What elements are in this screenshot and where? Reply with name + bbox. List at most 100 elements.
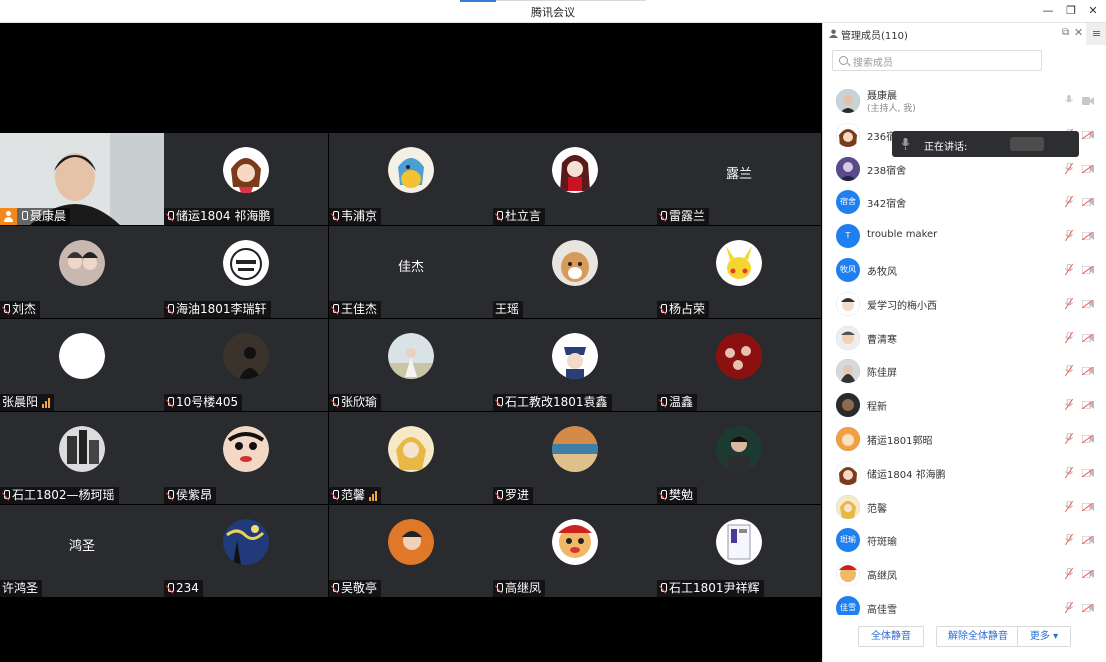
member-row[interactable]: 猪运1801郭昭 [823, 422, 1106, 456]
member-avatar: 牧风 [836, 258, 860, 282]
mic-muted-icon[interactable] [1065, 568, 1073, 580]
member-row[interactable]: 斑瑜 符斑瑜 [823, 523, 1106, 557]
camera-off-icon[interactable] [1082, 130, 1094, 139]
camera-off-icon[interactable] [1082, 367, 1094, 376]
participant-tile[interactable]: 张晨阳 [0, 319, 164, 411]
participant-tile[interactable]: 储运1804 祁海鹏 [164, 133, 328, 225]
mic-muted-icon[interactable] [1065, 331, 1073, 343]
camera-off-icon[interactable] [1082, 333, 1094, 342]
member-row[interactable]: 范馨 [823, 490, 1106, 524]
mic-icon[interactable] [1065, 95, 1073, 106]
participant-tile[interactable]: 鸿圣 许鸿圣 [0, 505, 164, 597]
title-bar: 腾讯会议 — ❐ ✕ [0, 0, 1106, 23]
member-row[interactable]: 储运1804 祁海鹏 [823, 456, 1106, 490]
participant-tile[interactable]: 侯紫昂 [164, 412, 328, 504]
member-row[interactable]: 高继凤 [823, 557, 1106, 591]
mic-muted-icon[interactable] [1065, 466, 1073, 478]
camera-off-icon[interactable] [1082, 604, 1094, 612]
mic-muted-icon[interactable] [1065, 365, 1073, 377]
participant-tile[interactable]: 刘杰 [0, 226, 164, 318]
member-row[interactable]: 聂康晨 (主持人, 我) [823, 84, 1106, 118]
member-row[interactable]: 曹清寒 [823, 321, 1106, 355]
camera-off-icon[interactable] [1082, 536, 1094, 545]
mic-muted-icon [495, 397, 503, 408]
participant-tile[interactable]: 罗进 [493, 412, 657, 504]
participant-tile[interactable]: 王瑶 [493, 226, 657, 318]
member-role: (主持人, 我) [867, 104, 916, 114]
camera-off-icon[interactable] [1082, 502, 1094, 511]
member-name: 238宿舍 [867, 165, 907, 177]
participant-tile[interactable]: 234 [164, 505, 328, 597]
member-row[interactable]: 陈佳屏 [823, 354, 1106, 388]
unmute-all-button[interactable]: 解除全体静音 [936, 626, 1020, 647]
participant-name: 石工1802—杨珂瑶 [12, 488, 115, 502]
mic-muted-icon[interactable] [1065, 196, 1073, 208]
participant-label: 储运1804 祁海鹏 [164, 208, 275, 225]
popout-icon[interactable]: ⧉ [1062, 27, 1069, 38]
camera-off-icon[interactable] [1082, 164, 1094, 173]
participant-tile[interactable]: 杜立言 [493, 133, 657, 225]
participant-name: 许鸿圣 [2, 581, 39, 595]
participant-tile[interactable]: 樊勉 [657, 412, 821, 504]
camera-off-icon[interactable] [1082, 299, 1094, 308]
participant-tile[interactable]: 高继凤 [493, 505, 657, 597]
member-avatar [836, 494, 860, 519]
camera-off-icon[interactable] [1082, 401, 1094, 410]
participant-tile[interactable]: 聂康晨 [0, 133, 164, 225]
participant-tile[interactable]: 露兰 雷露兰 [657, 133, 821, 225]
more-button[interactable]: 更多 ▾ [1017, 626, 1071, 647]
mic-muted-icon[interactable] [1065, 602, 1073, 613]
participant-tile[interactable]: 张欣瑜 [329, 319, 493, 411]
participant-tile[interactable]: 石工1802—杨珂瑶 [0, 412, 164, 504]
mute-all-button[interactable]: 全体静音 [858, 626, 924, 647]
participant-tile[interactable]: 杨占荣 [657, 226, 821, 318]
panel-footer: 全体静音 解除全体静音 更多 ▾ [823, 615, 1106, 662]
panel-close-icon[interactable]: ✕ [1074, 26, 1083, 39]
member-row[interactable]: Ttrouble maker [823, 219, 1106, 253]
camera-off-icon[interactable] [1082, 570, 1094, 579]
participant-tile[interactable]: 佳杰 王佳杰 [329, 226, 493, 318]
mic-muted-icon[interactable] [1065, 534, 1073, 546]
participant-name: 张晨阳 [2, 395, 39, 409]
participant-tile[interactable]: 石工1801尹祥辉 [657, 505, 821, 597]
participant-tile[interactable]: 温鑫 [657, 319, 821, 411]
mic-muted-icon [331, 304, 339, 315]
mic-icon [902, 138, 909, 150]
minimize-button[interactable]: — [1038, 3, 1058, 19]
mic-muted-icon[interactable] [1065, 230, 1073, 242]
member-row[interactable]: 程新 [823, 388, 1106, 422]
participant-avatar [552, 147, 598, 193]
camera-icon[interactable] [1082, 97, 1094, 105]
camera-off-icon[interactable] [1082, 198, 1094, 207]
member-avatar [836, 460, 860, 485]
member-row[interactable]: 爱学习的梅小西 [823, 287, 1106, 321]
camera-off-icon[interactable] [1082, 435, 1094, 443]
participant-name: 韦浦京 [341, 209, 378, 223]
participant-tile[interactable]: 韦浦京 [329, 133, 493, 225]
search-input[interactable]: 搜索成员 [832, 50, 1042, 71]
mic-muted-icon[interactable] [1065, 264, 1073, 275]
camera-off-icon[interactable] [1082, 468, 1094, 477]
participant-tile[interactable]: 海油1801李瑞轩 [164, 226, 328, 318]
participant-tile[interactable]: 吴敬亭 [329, 505, 493, 597]
member-row[interactable]: 宿舍 342宿舍 [823, 185, 1106, 219]
mic-muted-icon [166, 490, 174, 501]
mic-muted-icon[interactable] [1065, 162, 1073, 174]
mic-muted-icon[interactable] [1065, 500, 1073, 512]
camera-off-icon[interactable] [1082, 232, 1094, 241]
close-button[interactable]: ✕ [1083, 3, 1103, 19]
mic-muted-icon[interactable] [1065, 399, 1073, 411]
participant-name: 杜立言 [505, 209, 542, 223]
participant-tile[interactable]: 10号楼405 [164, 319, 328, 411]
camera-off-icon[interactable] [1082, 266, 1094, 274]
member-name: 猪运1801郭昭 [867, 436, 933, 447]
participant-tile[interactable]: 范馨 [329, 412, 493, 504]
mic-muted-icon[interactable] [1065, 433, 1073, 444]
member-avatar: 宿舍 [836, 190, 860, 215]
restore-button[interactable]: ❐ [1061, 3, 1081, 19]
panel-menu-icon[interactable]: ≡ [1086, 23, 1106, 45]
mic-muted-icon [331, 490, 339, 501]
mic-muted-icon[interactable] [1065, 297, 1073, 309]
participant-tile[interactable]: 石工教改1801袁鑫 [493, 319, 657, 411]
member-row[interactable]: 牧风 あ牧风 [823, 253, 1106, 287]
